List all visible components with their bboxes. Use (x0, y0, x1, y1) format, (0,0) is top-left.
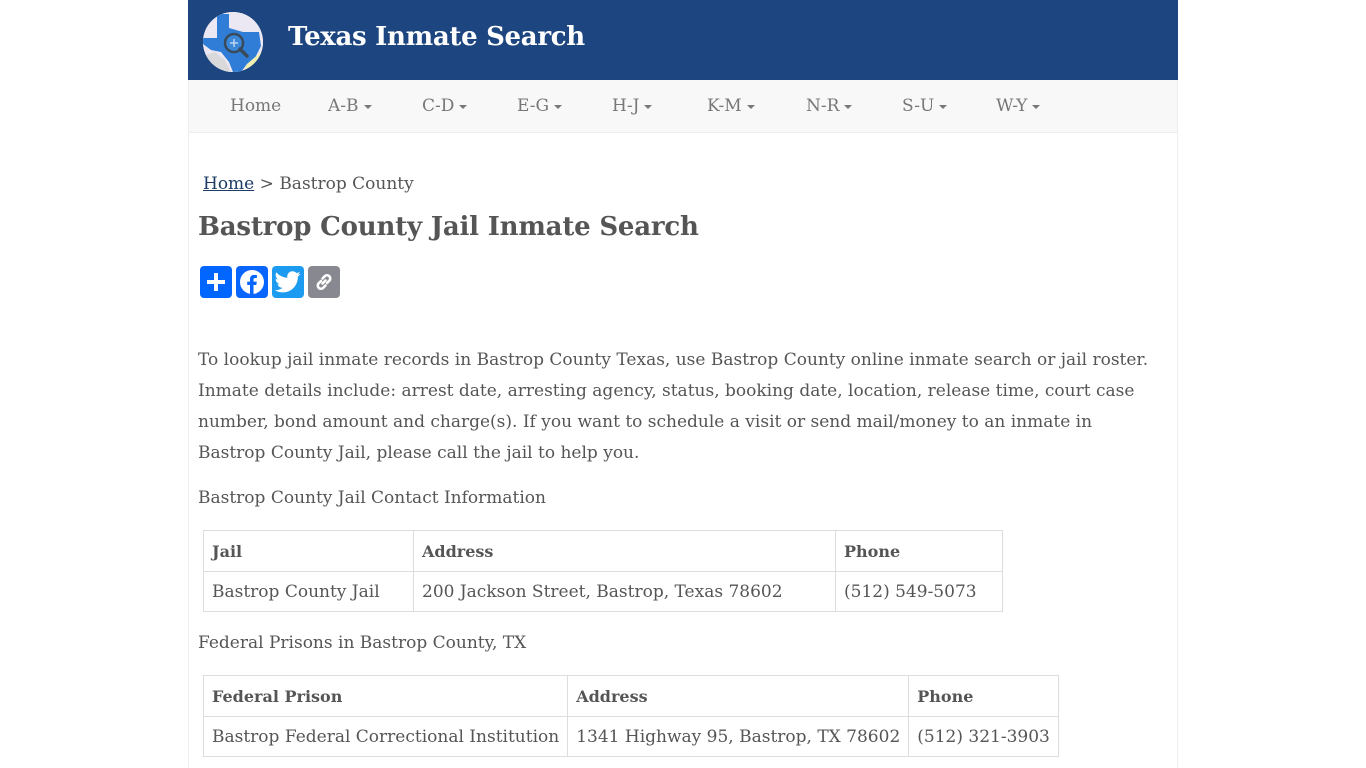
federal-prisons-heading: Federal Prisons in Bastrop County, TX (198, 633, 527, 653)
caret-down-icon (844, 104, 853, 109)
nav-item-k-m[interactable]: K-M (707, 96, 755, 116)
table-row: Bastrop Federal Correctional Institution… (202, 716, 1059, 757)
plus-icon (207, 273, 225, 291)
column-header-phone: Phone (908, 675, 1059, 717)
twitter-share-button[interactable] (272, 266, 304, 298)
intro-paragraph: To lookup jail inmate records in Bastrop… (198, 350, 1149, 463)
nav-item-label: W-Y (996, 96, 1028, 116)
nav-item-e-g[interactable]: E-G (517, 96, 563, 116)
column-header-federal-prison: Federal Prison (202, 675, 569, 717)
nav-item-label: K-M (707, 96, 742, 116)
jail-address-cell: 200 Jackson Street, Bastrop, Texas 78602 (413, 571, 836, 612)
caret-down-icon (746, 104, 755, 109)
nav-item-w-y[interactable]: W-Y (996, 96, 1041, 116)
share-buttons (200, 266, 340, 298)
table-header-row: Federal Prison Address Phone (202, 675, 1059, 717)
breadcrumb-separator: > (259, 174, 274, 194)
breadcrumb-home-link[interactable]: Home (203, 174, 254, 194)
share-button[interactable] (200, 266, 232, 298)
nav-item-h-j[interactable]: H-J (612, 96, 653, 116)
prison-address-cell: 1341 Highway 95, Bastrop, TX 78602 (567, 716, 910, 757)
nav-item-label: S-U (902, 96, 935, 116)
main-nav: Home A-B C-D E-G H-J K-M N-R S-U W-Y (188, 80, 1178, 133)
facebook-share-button[interactable] (236, 266, 268, 298)
jail-contact-table: Jail Address Phone Bastrop County Jail 2… (203, 530, 1003, 612)
column-header-address: Address (567, 675, 910, 717)
caret-down-icon (459, 104, 468, 109)
caret-down-icon (1032, 104, 1041, 109)
column-header-address: Address (413, 530, 836, 572)
nav-item-label: E-G (517, 96, 550, 116)
nav-item-a-b[interactable]: A-B (328, 96, 372, 116)
twitter-icon (275, 271, 301, 293)
copy-link-button[interactable] (308, 266, 340, 298)
link-icon (316, 274, 332, 290)
caret-down-icon (363, 104, 372, 109)
nav-item-n-r[interactable]: N-R (806, 96, 853, 116)
breadcrumb: Home > Bastrop County (203, 174, 414, 194)
caret-down-icon (644, 104, 653, 109)
column-header-jail: Jail (203, 530, 414, 572)
nav-item-c-d[interactable]: C-D (422, 96, 468, 116)
nav-item-label: N-R (806, 96, 840, 116)
nav-item-s-u[interactable]: S-U (902, 96, 948, 116)
nav-item-label: H-J (612, 96, 640, 116)
prison-name-cell: Bastrop Federal Correctional Institution (202, 716, 569, 757)
caret-down-icon (554, 104, 563, 109)
nav-item-home[interactable]: Home (230, 96, 281, 116)
facebook-icon (240, 270, 264, 294)
nav-item-label: C-D (422, 96, 455, 116)
texas-map-logo-icon[interactable] (203, 12, 263, 72)
caret-down-icon (939, 104, 948, 109)
table-row: Bastrop County Jail 200 Jackson Street, … (203, 571, 1003, 612)
table-header-row: Jail Address Phone (203, 530, 1003, 572)
jail-contact-heading: Bastrop County Jail Contact Information (198, 488, 546, 508)
column-header-phone: Phone (835, 530, 1003, 572)
nav-item-label: A-B (328, 96, 359, 116)
site-header: Texas Inmate Search (188, 0, 1178, 80)
nav-item-label: Home (230, 96, 282, 116)
breadcrumb-current: Bastrop County (279, 174, 414, 194)
page-title: Bastrop County Jail Inmate Search (198, 212, 699, 242)
site-title-link[interactable]: Texas Inmate Search (288, 22, 585, 52)
federal-prisons-table: Federal Prison Address Phone Bastrop Fed… (202, 675, 1059, 757)
jail-name-cell: Bastrop County Jail (203, 571, 414, 612)
jail-phone-cell: (512) 549-5073 (835, 571, 1003, 612)
prison-phone-cell: (512) 321-3903 (908, 716, 1059, 757)
